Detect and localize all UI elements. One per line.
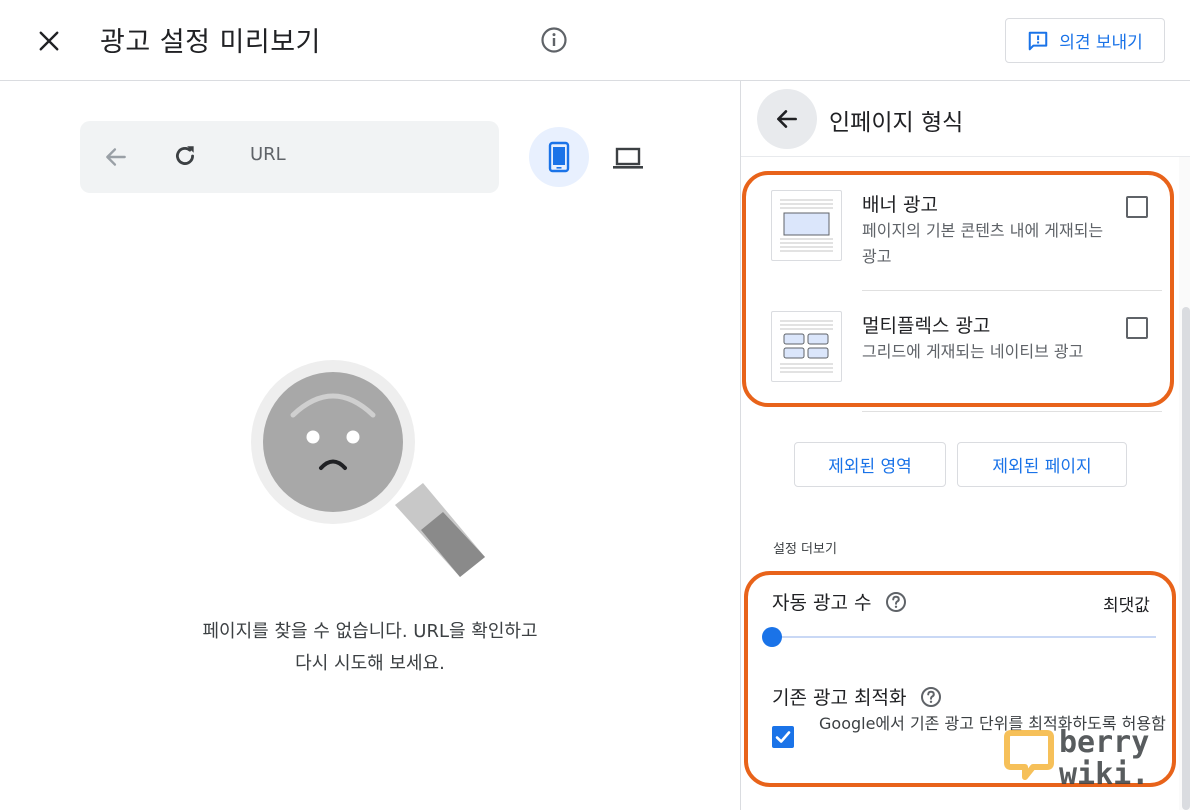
url-input[interactable]: URL [250,144,286,165]
excluded-regions-button[interactable]: 제외된 영역 [794,442,946,487]
ad-load-help-icon[interactable] [885,591,907,613]
banner-ad-thumbnail [771,190,842,261]
not-found-illustration [245,355,495,585]
optimize-label-text: 기존 광고 최적화 [772,687,907,709]
feedback-icon [1028,31,1048,50]
top-bar: 광고 설정 미리보기 의견 보내기 [0,0,1190,81]
close-icon [39,31,59,51]
help-icon [886,591,907,612]
send-feedback-button[interactable]: 의견 보내기 [1005,18,1165,63]
watermark-line-1: berry [1059,725,1150,760]
page-title: 광고 설정 미리보기 [100,27,321,58]
berrywiki-watermark: berry wiki. [1003,727,1183,797]
arrow-back-icon [777,110,797,128]
error-line-1: 페이지를 찾을 수 없습니다. URL을 확인하고 [202,621,538,642]
multiplex-layout-icon [780,320,833,373]
watermark-text: berry wiki. [1059,727,1149,791]
format-item-banner: 배너 광고 페이지의 기본 콘텐츠 내에 게재되는 광고 [771,190,1171,290]
banner-ad-description: 페이지의 기본 콘텐츠 내에 게재되는 광고 [862,221,1104,266]
desktop-view-toggle[interactable] [608,138,648,178]
optimize-help-icon[interactable] [920,686,942,708]
multiplex-ad-description: 그리드에 게재되는 네이티브 광고 [862,342,1084,361]
panel-header: 인페이지 형식 [741,81,1190,157]
excluded-pages-button[interactable]: 제외된 페이지 [957,442,1127,487]
laptop-icon [613,147,643,169]
check-icon [775,731,791,743]
browser-back-button[interactable] [100,141,132,173]
banner-ad-checkbox[interactable] [1126,196,1148,218]
info-button[interactable] [538,24,570,56]
ad-load-slider-track[interactable] [771,636,1156,638]
sad-magnifier-icon [251,360,485,577]
ad-settings-preview-app: 광고 설정 미리보기 의견 보내기 URL 페이지를 찾을 수 없습니다. UR… [0,0,1190,810]
smartphone-icon [548,141,570,173]
panel-title: 인페이지 형식 [829,110,964,136]
browser-reload-button[interactable] [168,139,202,173]
mobile-view-toggle[interactable] [529,127,589,187]
scrollbar-thumb[interactable] [1182,307,1190,810]
watermark-line-2: wiki. [1059,757,1150,792]
ad-load-slider-thumb[interactable] [762,627,782,647]
ad-load-value: 최댓값 [1103,596,1150,616]
close-button[interactable] [30,22,68,60]
banner-layout-icon [780,199,833,252]
multiplex-ad-thumbnail [771,311,842,382]
reload-icon [176,146,194,165]
ad-load-label-text: 자동 광고 수 [772,592,872,614]
panel-back-button[interactable] [757,89,817,149]
optimize-existing-ads-checkbox[interactable] [772,726,794,748]
settings-panel: 인페이지 형식 배너 광고 페이지의 기본 콘텐츠 내에 게재되는 광고 멀티플… [740,81,1190,810]
multiplex-ad-checkbox[interactable] [1126,317,1148,339]
banner-ad-title: 배너 광고 [862,194,938,216]
multiplex-ad-title: 멀티플렉스 광고 [862,315,991,337]
speech-bubble-logo-icon [1004,730,1054,780]
format-divider [862,290,1162,291]
format-divider [862,411,1162,412]
error-line-2: 다시 시도해 보세요. [295,653,445,674]
ad-load-label: 자동 광고 수 [772,588,907,615]
more-settings-heading: 설정 더보기 [773,542,837,557]
url-bar [80,121,499,193]
arrow-left-icon [106,148,126,166]
help-icon [921,686,942,707]
format-item-multiplex: 멀티플렉스 광고 그리드에 게재되는 네이티브 광고 [771,311,1171,411]
optimize-label: 기존 광고 최적화 [772,683,942,710]
info-icon [541,27,567,53]
page-not-found-message: 페이지를 찾을 수 없습니다. URL을 확인하고 다시 시도해 보세요. [150,616,590,680]
send-feedback-label: 의견 보내기 [1059,33,1143,53]
